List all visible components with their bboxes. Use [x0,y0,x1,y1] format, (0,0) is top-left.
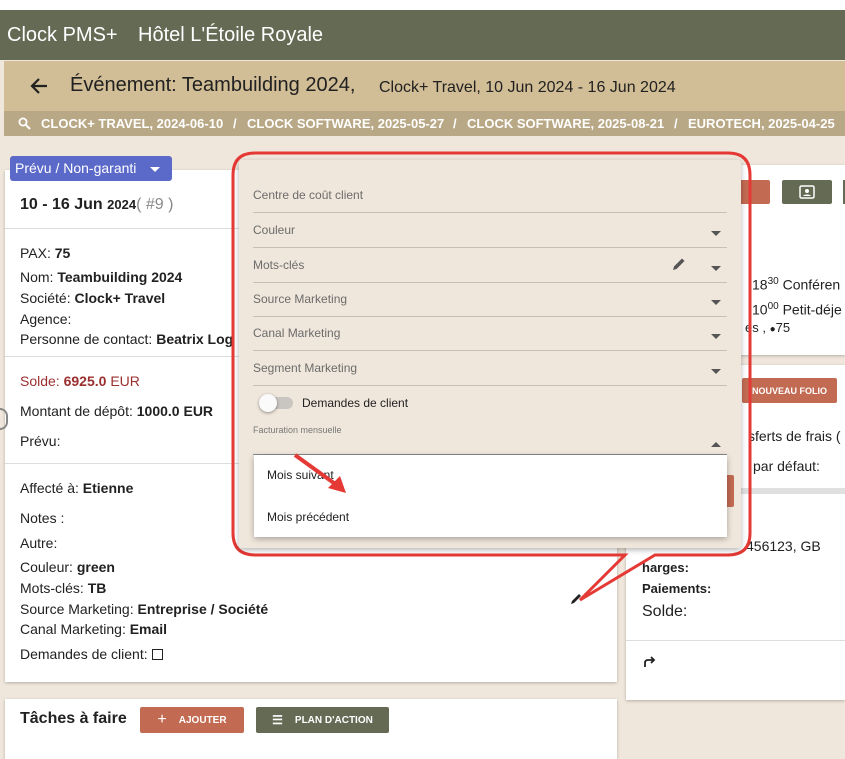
option-mois-precedent[interactable]: Mois précédent [267,510,349,524]
toggle-knob [259,394,277,412]
demandes-toggle[interactable] [259,394,293,412]
chevron-down-icon [711,231,721,236]
chevron-down-icon [711,266,721,271]
annotation-arrow [293,453,346,493]
facturation-label: Facturation mensuelle [253,425,342,435]
chevron-down-icon [711,300,721,305]
cost-center-field[interactable]: Centre de coût client [253,180,727,213]
source-marketing-select[interactable]: Source Marketing [253,284,727,317]
couleur-select[interactable]: Couleur [253,215,727,248]
chevron-up-icon [711,442,721,447]
chevron-down-icon [711,334,721,339]
segment-marketing-select[interactable]: Segment Marketing [253,353,727,386]
motscles-select[interactable]: Mots-clés [253,250,727,283]
edit-pencil-icon[interactable] [671,256,687,272]
demandes-toggle-label: Demandes de client [302,396,409,410]
canal-marketing-select[interactable]: Canal Marketing [253,318,727,351]
chevron-down-icon [711,369,721,374]
